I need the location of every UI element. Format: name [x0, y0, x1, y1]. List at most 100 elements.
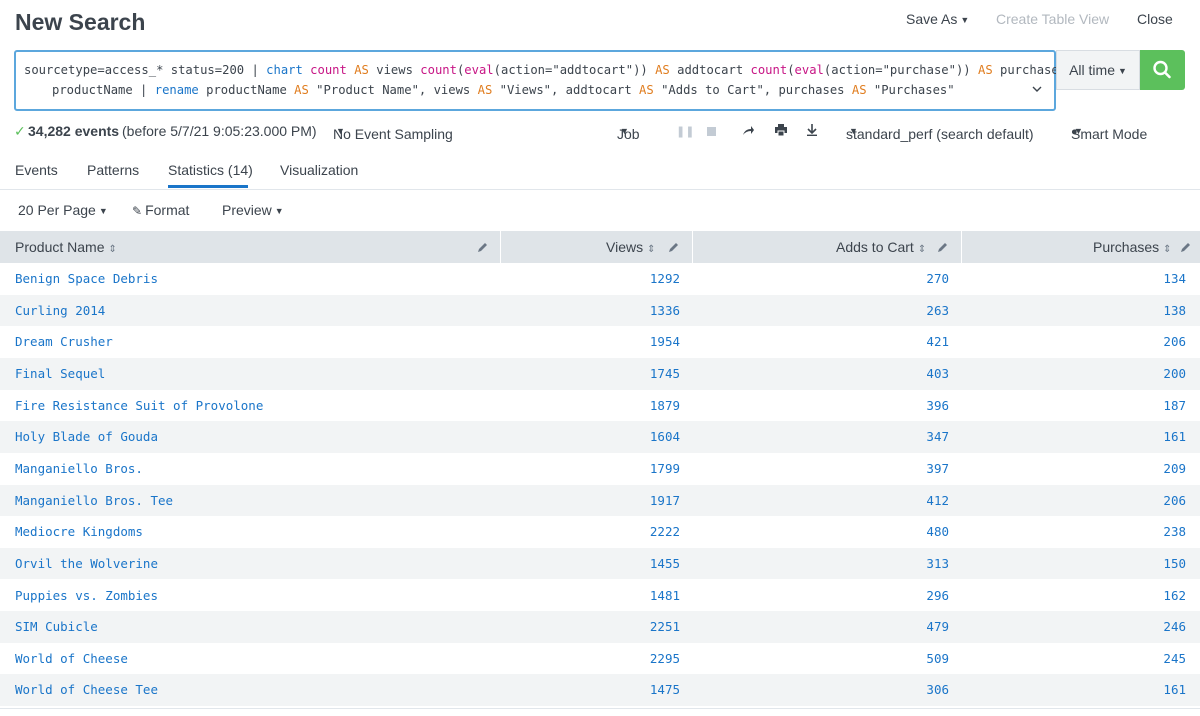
export-icon[interactable]: [806, 124, 818, 136]
cell-views[interactable]: 1481: [650, 588, 680, 603]
cell-adds-to-cart[interactable]: 313: [926, 556, 949, 571]
cell-purchases[interactable]: 209: [1163, 461, 1186, 476]
check-icon: ✓: [14, 123, 26, 139]
cell-product-name[interactable]: SIM Cubicle: [15, 619, 98, 634]
save-as-button[interactable]: Save As ▼: [906, 11, 969, 27]
print-icon[interactable]: [775, 124, 787, 136]
cell-adds-to-cart[interactable]: 263: [926, 303, 949, 318]
cell-purchases[interactable]: 161: [1163, 682, 1186, 697]
column-header-views[interactable]: Views ⇕: [606, 231, 655, 263]
search-query-input[interactable]: sourcetype=access_* status=200 | chart c…: [14, 50, 1088, 111]
cell-product-name[interactable]: Mediocre Kingdoms: [15, 524, 143, 539]
cell-adds-to-cart[interactable]: 421: [926, 334, 949, 349]
tab-visualization[interactable]: Visualization: [280, 162, 358, 178]
pause-icon[interactable]: ❚❚: [676, 125, 694, 138]
cell-purchases[interactable]: 200: [1163, 366, 1186, 381]
cell-views[interactable]: 1879: [650, 398, 680, 413]
cell-product-name[interactable]: World of Cheese Tee: [15, 682, 158, 697]
cell-views[interactable]: 1455: [650, 556, 680, 571]
cell-views[interactable]: 1799: [650, 461, 680, 476]
cell-product-name[interactable]: Benign Space Debris: [15, 271, 158, 286]
sort-icon[interactable]: ⇕: [108, 244, 116, 255]
share-icon[interactable]: [742, 125, 754, 137]
cell-adds-to-cart[interactable]: 403: [926, 366, 949, 381]
cell-purchases[interactable]: 187: [1163, 398, 1186, 413]
column-divider: [961, 231, 962, 263]
cell-purchases[interactable]: 138: [1163, 303, 1186, 318]
caret-down-icon: ▼: [620, 126, 629, 136]
cell-views[interactable]: 1292: [650, 271, 680, 286]
preview-dropdown[interactable]: Preview ▼: [222, 202, 284, 218]
job-status-bar: ✓ 34,282 events (before 5/7/21 9:05:23.0…: [0, 120, 1200, 142]
cell-adds-to-cart[interactable]: 306: [926, 682, 949, 697]
column-header-product-name[interactable]: Product Name ⇕: [15, 231, 117, 263]
cell-adds-to-cart[interactable]: 296: [926, 588, 949, 603]
edit-column-icon[interactable]: [937, 241, 949, 253]
chevron-down-icon[interactable]: [1032, 84, 1042, 94]
active-tab-indicator: [168, 185, 248, 188]
cell-product-name[interactable]: Final Sequel: [15, 366, 105, 381]
sort-icon[interactable]: ⇕: [1163, 244, 1171, 255]
cell-views[interactable]: 1917: [650, 493, 680, 508]
create-table-view-button[interactable]: Create Table View: [996, 11, 1109, 27]
column-divider: [692, 231, 693, 263]
cell-adds-to-cart[interactable]: 347: [926, 429, 949, 444]
tab-patterns[interactable]: Patterns: [87, 162, 139, 178]
cell-views[interactable]: 1745: [650, 366, 680, 381]
table-row: SIM Cubicle 2251 479 246: [0, 611, 1200, 643]
cell-purchases[interactable]: 245: [1163, 651, 1186, 666]
cell-views[interactable]: 1604: [650, 429, 680, 444]
cell-purchases[interactable]: 206: [1163, 334, 1186, 349]
sort-icon[interactable]: ⇕: [918, 244, 926, 255]
cell-adds-to-cart[interactable]: 412: [926, 493, 949, 508]
cell-adds-to-cart[interactable]: 396: [926, 398, 949, 413]
cell-product-name[interactable]: Holy Blade of Gouda: [15, 429, 158, 444]
cell-purchases[interactable]: 150: [1163, 556, 1186, 571]
cell-views[interactable]: 1954: [650, 334, 680, 349]
edit-column-icon[interactable]: [668, 241, 680, 253]
cell-product-name[interactable]: Manganiello Bros. Tee: [15, 493, 173, 508]
caret-down-icon: ▼: [336, 126, 345, 136]
cell-purchases[interactable]: 162: [1163, 588, 1186, 603]
cell-product-name[interactable]: Curling 2014: [15, 303, 105, 318]
cell-adds-to-cart[interactable]: 480: [926, 524, 949, 539]
cell-views[interactable]: 2222: [650, 524, 680, 539]
tab-events[interactable]: Events: [15, 162, 58, 178]
table-row: Manganiello Bros. Tee 1917 412 206: [0, 484, 1200, 517]
search-button[interactable]: [1140, 50, 1185, 90]
cell-purchases[interactable]: 161: [1163, 429, 1186, 444]
cell-purchases[interactable]: 246: [1163, 619, 1186, 634]
per-page-dropdown[interactable]: 20 Per Page ▼: [18, 202, 108, 218]
table-row: Dream Crusher 1954 421 206: [0, 326, 1200, 358]
cell-product-name[interactable]: Dream Crusher: [15, 334, 113, 349]
cell-views[interactable]: 1336: [650, 303, 680, 318]
cell-purchases[interactable]: 134: [1163, 271, 1186, 286]
edit-column-icon[interactable]: [477, 241, 489, 253]
caret-down-icon: ▼: [274, 206, 284, 216]
cell-adds-to-cart[interactable]: 479: [926, 619, 949, 634]
cell-product-name[interactable]: Orvil the Wolverine: [15, 556, 158, 571]
cell-product-name[interactable]: Manganiello Bros.: [15, 461, 143, 476]
sort-icon[interactable]: ⇕: [647, 244, 655, 255]
cell-product-name[interactable]: Fire Resistance Suit of Provolone: [15, 398, 263, 413]
close-button[interactable]: Close: [1137, 11, 1173, 27]
cell-adds-to-cart[interactable]: 270: [926, 271, 949, 286]
table-header: Product Name ⇕ Views ⇕ Adds to Cart ⇕ Purch…: [0, 231, 1200, 263]
cell-views[interactable]: 2295: [650, 651, 680, 666]
cell-views[interactable]: 2251: [650, 619, 680, 634]
caret-down-icon: ▼: [1117, 66, 1127, 76]
cell-adds-to-cart[interactable]: 509: [926, 651, 949, 666]
cell-adds-to-cart[interactable]: 397: [926, 461, 949, 476]
cell-views[interactable]: 1475: [650, 682, 680, 697]
query-line-2: productName | rename productName AS "Pro…: [52, 83, 955, 97]
column-header-adds-to-cart[interactable]: Adds to Cart ⇕: [836, 231, 926, 263]
cell-product-name[interactable]: World of Cheese: [15, 651, 128, 666]
time-range-picker[interactable]: All time ▼: [1056, 50, 1140, 90]
tab-statistics[interactable]: Statistics (14): [168, 162, 253, 178]
cell-purchases[interactable]: 206: [1163, 493, 1186, 508]
cell-product-name[interactable]: Puppies vs. Zombies: [15, 588, 158, 603]
edit-column-icon[interactable]: [1180, 241, 1192, 253]
column-header-purchases[interactable]: Purchases ⇕: [1093, 231, 1172, 263]
format-button[interactable]: ✎ Format: [132, 202, 189, 218]
cell-purchases[interactable]: 238: [1163, 524, 1186, 539]
